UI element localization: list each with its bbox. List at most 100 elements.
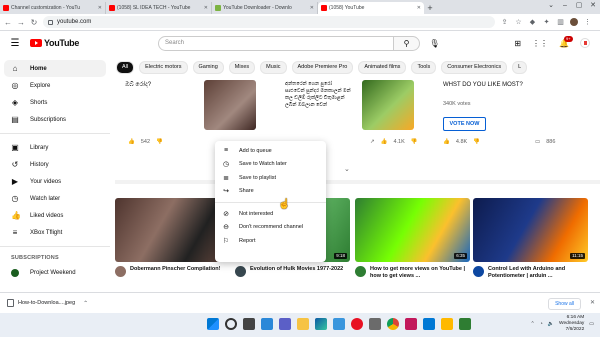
edge-browser-icon[interactable] (315, 318, 327, 330)
post-image[interactable] (204, 80, 256, 130)
extension-icon[interactable]: ◆ (528, 18, 537, 26)
app-icon[interactable] (369, 318, 381, 330)
sidebar-item-shorts[interactable]: ◈ Shorts (0, 94, 110, 111)
reload-icon[interactable]: ↻ (30, 18, 38, 27)
sidebar-item-xbox-tflight[interactable]: ≡ XBox Tflight (0, 224, 110, 241)
chevron-up-icon[interactable]: ⌃ (531, 321, 535, 327)
comment-icon[interactable]: ▭ (535, 139, 540, 145)
video-thumbnail[interactable]: 6:35 (355, 198, 470, 262)
start-windows-icon[interactable] (207, 318, 219, 330)
video-title[interactable]: Evolution of Hulk Movies 1977-2022 (250, 266, 343, 277)
chip-consumer-electronics[interactable]: Consumer Electronics (441, 61, 508, 74)
close-window-icon[interactable]: ✕ (586, 0, 600, 12)
maximize-icon[interactable]: ▢ (572, 0, 586, 12)
volume-icon[interactable]: 🔈 (548, 321, 554, 327)
browser-tab[interactable]: Channel customization - YouTu ✕ (0, 2, 106, 14)
menu-item-save-to-watch-later[interactable]: ◷ Save to Watch later (215, 158, 326, 172)
voice-search-icon[interactable]: 🎙 (427, 39, 442, 48)
dislike-icon[interactable]: 👎 (156, 139, 163, 145)
apps-grid-icon[interactable]: ⋮⋮ (532, 39, 548, 48)
clock[interactable]: 6:16 AM Wednesday 7/6/2022 (559, 315, 584, 333)
video-thumbnail[interactable]: 11:15 (473, 198, 588, 262)
video-card[interactable]: Dobermann Pinscher Compilation! (115, 198, 230, 277)
menu-item-dont-recommend-channel[interactable]: ⊖ Don't recommend channel (215, 221, 326, 235)
browser-tab-active[interactable]: (1058) YouTube ✕ (318, 2, 424, 14)
show-all-button[interactable]: Show all (548, 298, 581, 310)
back-icon[interactable]: ← (4, 18, 12, 27)
opera-icon[interactable] (351, 318, 363, 330)
video-thumbnail[interactable] (115, 198, 230, 262)
account-avatar[interactable] (580, 38, 590, 48)
like-icon[interactable]: 👍 (381, 139, 388, 145)
channel-avatar[interactable] (473, 266, 484, 277)
share-icon[interactable]: ↗ (370, 139, 375, 145)
sidebar-item-your-videos[interactable]: ▶ Your videos (0, 173, 110, 190)
sidebar-item-home[interactable]: ⌂ Home (4, 60, 106, 77)
bookmark-star-icon[interactable]: ☆ (514, 18, 523, 26)
browser-tab[interactable]: (1058) SL IDEA TECH - YouTube ✕ (106, 2, 212, 14)
chip-music[interactable]: Music (260, 61, 287, 74)
menu-item-add-to-queue[interactable]: ≡ Add to queue (215, 144, 326, 158)
notification-center-icon[interactable]: ▭ (589, 321, 594, 327)
sidebar-item-watch-later[interactable]: ◷ Watch later (0, 190, 110, 207)
profile-avatar[interactable] (570, 18, 578, 26)
menu-item-report[interactable]: ⚐ Report (215, 234, 326, 248)
sidebar-item-explore[interactable]: ◎ Explore (0, 77, 110, 94)
youtube-logo[interactable]: YouTube (30, 38, 156, 48)
tab-search-icon[interactable]: ⌄ (544, 0, 558, 12)
close-tab-icon[interactable]: ✕ (310, 5, 314, 11)
vote-now-button[interactable]: VOTE NOW (443, 117, 486, 131)
file-explorer-icon[interactable] (297, 318, 309, 330)
lock-icon[interactable] (48, 19, 53, 25)
sidebar-panel-icon[interactable]: ▥ (556, 18, 565, 26)
chat-icon[interactable] (279, 318, 291, 330)
chrome-menu-icon[interactable]: ⋮ (583, 18, 592, 26)
video-title[interactable]: How to get more views on YouTube | how t… (370, 266, 470, 280)
close-downloads-icon[interactable]: ✕ (590, 299, 595, 306)
url-field[interactable]: youtube.com (43, 16, 495, 28)
sidebar-item-library[interactable]: ▣ Library (0, 139, 110, 156)
video-card[interactable]: 6:35 How to get more views on YouTube | … (355, 198, 470, 280)
search-icon[interactable] (225, 318, 237, 330)
close-tab-icon[interactable]: ✕ (98, 5, 102, 11)
extensions-puzzle-icon[interactable]: ✦ (542, 18, 551, 26)
video-title[interactable]: Control Led with Arduino and Potentiomet… (488, 266, 588, 280)
chrome-icon[interactable] (387, 318, 399, 330)
chip-gaming[interactable]: Gaming (192, 61, 224, 74)
new-tab-button[interactable]: + (424, 2, 436, 14)
task-view-icon[interactable] (243, 318, 255, 330)
chip-all[interactable]: All (116, 61, 135, 74)
forward-icon[interactable]: → (17, 18, 25, 27)
folder-icon[interactable] (441, 318, 453, 330)
like-icon[interactable]: 👍 (443, 139, 450, 145)
chevron-up-icon[interactable]: ⌃ (83, 300, 88, 307)
search-button[interactable]: ⚲ (394, 35, 420, 51)
chip-tools[interactable]: Tools (411, 61, 437, 74)
channel-avatar[interactable] (235, 266, 246, 277)
minimize-icon[interactable]: – (558, 0, 572, 12)
chip-electric-motors[interactable]: Electric motors (139, 61, 188, 74)
like-icon[interactable]: 👍 (128, 139, 135, 145)
sidebar-item-subscriptions[interactable]: ▤ Subscriptions (0, 111, 110, 128)
close-tab-icon[interactable]: ✕ (204, 5, 208, 11)
sidebar-item-history[interactable]: ↺ History (0, 156, 110, 173)
share-page-icon[interactable]: ⇪ (500, 18, 509, 26)
menu-item-save-to-playlist[interactable]: ≣ Save to playlist (215, 171, 326, 185)
search-input[interactable]: Search (158, 35, 394, 51)
store-icon[interactable] (333, 318, 345, 330)
sidebar-item-project-weekend[interactable]: Project Weekend (0, 264, 110, 281)
widgets-icon[interactable] (261, 318, 273, 330)
network-app-icon[interactable] (459, 318, 471, 330)
chip-animated-films[interactable]: Animated films (358, 61, 407, 74)
download-item[interactable]: How-to-Downloa....jpeg ⌃ (7, 299, 103, 307)
chip-adobe-premiere-pro[interactable]: Adobe Premiere Pro (291, 61, 354, 74)
post-image[interactable] (362, 80, 414, 130)
dislike-icon[interactable]: 👎 (473, 139, 480, 145)
menu-item-not-interested[interactable]: ⊘ Not interested (215, 207, 326, 221)
video-title[interactable]: Dobermann Pinscher Compilation! (130, 266, 220, 277)
channel-avatar[interactable] (115, 266, 126, 277)
wifi-icon[interactable]: ◔ (540, 321, 543, 327)
dislike-icon[interactable]: 👎 (411, 139, 418, 145)
video-card[interactable]: 11:15 Control Led with Arduino and Poten… (473, 198, 588, 280)
chip-overflow[interactable]: L (512, 61, 528, 74)
